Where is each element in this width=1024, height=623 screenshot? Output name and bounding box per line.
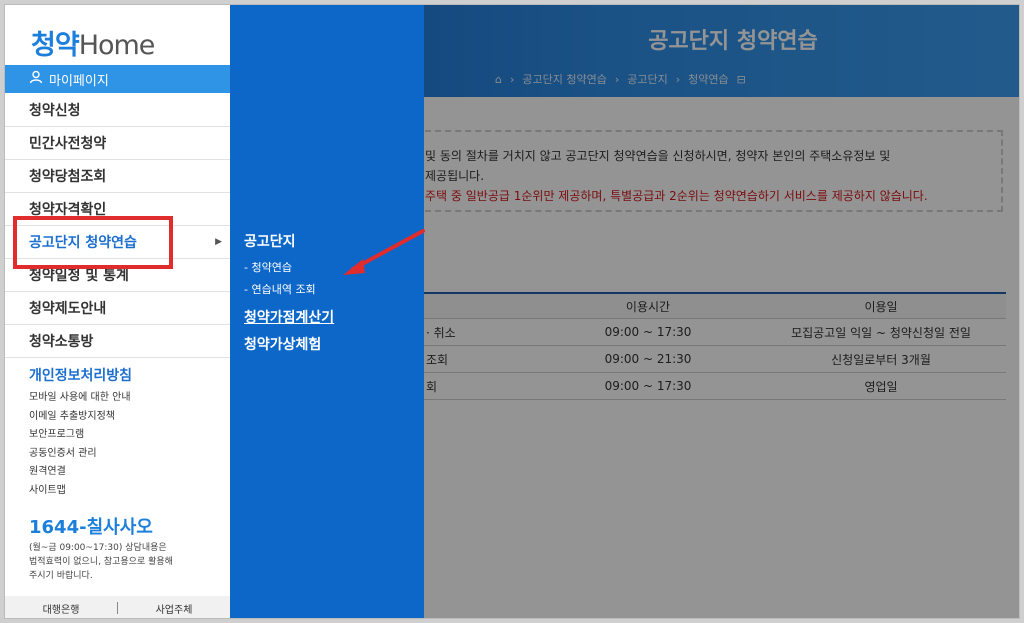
menu-item-system-guide[interactable]: 청약제도안내 bbox=[5, 292, 230, 325]
menu-item-label: 민간사전청약 bbox=[29, 136, 107, 152]
site-logo[interactable]: 청약Home bbox=[31, 23, 156, 62]
link-remote[interactable]: 원격연결 bbox=[29, 463, 131, 482]
browser-frame: 공고단지 청약연습 ⌂ › 공고단지 청약연습 › 공고단지 › 청약연습 ⊟ … bbox=[4, 4, 1020, 619]
menu-item-winner-lookup[interactable]: 청약당첨조회 bbox=[5, 160, 230, 193]
user-icon bbox=[29, 70, 43, 88]
submenu-item-calculator[interactable]: 청약가점계산기 bbox=[244, 307, 334, 327]
mypage-label: 마이페이지 bbox=[49, 73, 109, 89]
mypage-button[interactable]: 마이페이지 bbox=[5, 65, 230, 93]
menu-item-label: 청약소통방 bbox=[29, 334, 94, 350]
link-sitemap[interactable]: 사이트맵 bbox=[29, 482, 131, 501]
link-mobile-guide[interactable]: 모바일 사용에 대한 안내 bbox=[29, 389, 131, 408]
submenu-item-practice[interactable]: - 청약연습 bbox=[244, 259, 292, 275]
link-email-policy[interactable]: 이메일 추출방지정책 bbox=[29, 408, 131, 427]
menu-item-label: 청약신청 bbox=[29, 103, 81, 119]
agent-bank-link[interactable]: 대행은행 bbox=[5, 601, 117, 616]
submenu-item-experience[interactable]: 청약가상체험 bbox=[244, 334, 321, 354]
hours-text: 주시기 바랍니다. bbox=[29, 571, 93, 581]
submenu-panel: 공고단지 - 청약연습 - 연습내역 조회 청약가점계산기 청약가상체험 bbox=[230, 5, 424, 618]
sidebar-footer: 대행은행 사업주체 bbox=[5, 596, 230, 618]
caret-right-icon: ▶ bbox=[215, 237, 222, 247]
footer-links: 모바일 사용에 대한 안내 이메일 추출방지정책 보안프로그램 공동인증서 관리… bbox=[29, 389, 131, 500]
menu-item-private-pre-subscription[interactable]: 민간사전청약 bbox=[5, 127, 230, 160]
business-entity-link[interactable]: 사업주체 bbox=[118, 601, 230, 616]
submenu-heading: 공고단지 bbox=[244, 234, 296, 250]
menu-item-communication[interactable]: 청약소통방 bbox=[5, 325, 230, 358]
highlight-annotation bbox=[13, 216, 173, 269]
support-hours: (월~금 09:00~17:30) 상담내용은 법적효력이 없으니, 참고용으로… bbox=[29, 541, 219, 583]
menu-item-label: 청약당첨조회 bbox=[29, 169, 107, 185]
submenu-item-history[interactable]: - 연습내역 조회 bbox=[244, 281, 316, 297]
privacy-policy-link[interactable]: 개인정보처리방침 bbox=[29, 365, 132, 385]
support-phone: 1644-칠사사오 bbox=[29, 517, 153, 538]
logo-korean: 청약 bbox=[31, 30, 80, 61]
arrow-annotation-icon bbox=[343, 229, 425, 275]
hours-text: (월~금 09:00~17:30) 상담내용은 bbox=[29, 543, 167, 553]
link-security-program[interactable]: 보안프로그램 bbox=[29, 426, 131, 445]
logo-english: Home bbox=[78, 30, 156, 61]
link-certificate[interactable]: 공동인증서 관리 bbox=[29, 445, 131, 464]
menu-item-apply[interactable]: 청약신청 bbox=[5, 94, 230, 127]
menu-item-label: 청약제도안내 bbox=[29, 301, 107, 317]
sidebar: 청약Home 마이페이지 청약신청 민간사전청약 청약당첨조회 청약자격확인 공… bbox=[5, 5, 230, 618]
hours-text: 법적효력이 없으니, 참고용으로 활용해 bbox=[29, 557, 173, 567]
